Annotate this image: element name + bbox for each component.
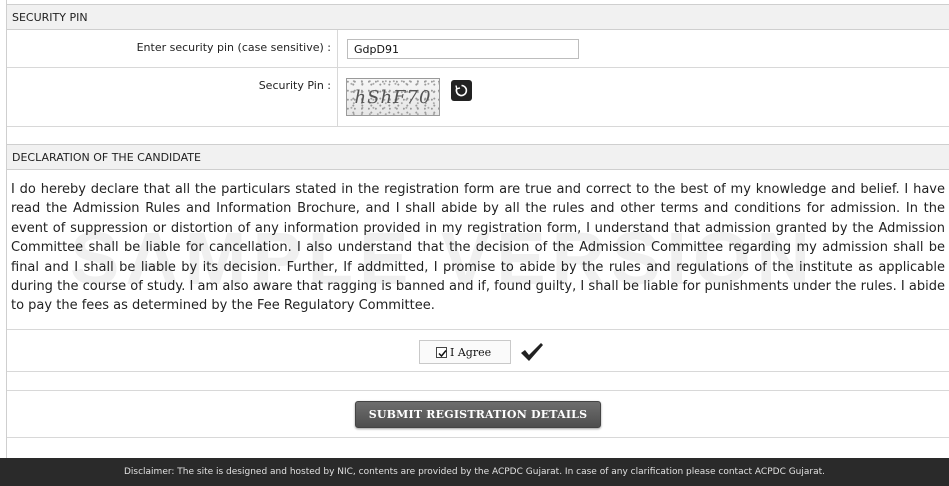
checkmark-icon bbox=[521, 343, 543, 361]
row-divider bbox=[7, 329, 949, 330]
registration-form: SECURITY PIN Enter security pin (case se… bbox=[0, 0, 949, 486]
column-divider bbox=[337, 30, 338, 126]
row-divider bbox=[7, 390, 949, 391]
enter-pin-label: Enter security pin (case sensitive) : bbox=[136, 41, 331, 54]
captcha-image: hShF70 bbox=[346, 78, 440, 116]
row-divider bbox=[7, 437, 949, 438]
declaration-header: DECLARATION OF THE CANDIDATE bbox=[7, 144, 949, 170]
refresh-captcha-button[interactable] bbox=[451, 80, 472, 101]
declaration-text: I do hereby declare that all the particu… bbox=[11, 182, 945, 314]
security-pin-label: Security Pin : bbox=[258, 79, 331, 92]
row-divider bbox=[7, 371, 949, 372]
agree-label: I Agree bbox=[450, 345, 492, 359]
submit-registration-button[interactable]: SUBMIT REGISTRATION DETAILS bbox=[355, 401, 601, 428]
security-pin-input[interactable] bbox=[347, 39, 579, 59]
agree-checkbox[interactable] bbox=[436, 346, 447, 358]
row-divider bbox=[7, 67, 949, 68]
security-pin-header: SECURITY PIN bbox=[7, 4, 949, 30]
agree-checkbox-container[interactable]: I Agree bbox=[419, 340, 511, 364]
footer-disclaimer: Disclaimer: The site is designed and hos… bbox=[0, 458, 949, 486]
row-divider bbox=[7, 126, 949, 127]
checkbox-check-icon bbox=[438, 349, 447, 357]
captcha-text: hShF70 bbox=[354, 86, 432, 108]
refresh-icon bbox=[455, 84, 468, 97]
